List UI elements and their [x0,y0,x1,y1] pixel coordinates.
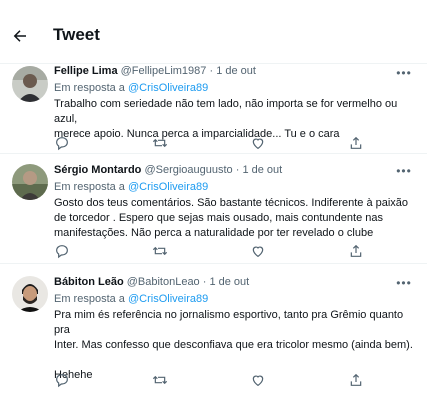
share-button[interactable] [348,243,364,259]
more-button[interactable]: ••• [395,164,413,180]
share-button[interactable] [348,135,364,151]
like-button[interactable] [250,372,266,388]
tweet-author-line: Sérgio Montardo @Sergioauguusto · 1 de o… [54,163,415,178]
more-icon: ••• [396,66,412,80]
mention-link[interactable]: @CrisOliveira89 [128,82,208,94]
reply-icon [56,245,68,259]
tweet-text-line: de torcedor . Espero que sejas mais ousa… [54,212,383,224]
reply-prefix: Em resposta a [54,293,128,305]
tweet[interactable]: Sérgio Montardo @Sergioauguusto · 1 de o… [0,154,427,264]
author-handle[interactable]: @FellipeLim1987 [121,65,207,77]
tweet-text: Gosto dos teus comentários. São bastante… [54,196,415,241]
tweet-time[interactable]: · 1 de out [203,276,249,288]
more-button[interactable]: ••• [395,276,413,292]
share-icon [350,373,362,386]
tweet-author-line: Bábiton Leão @BabitonLeao · 1 de out [54,275,415,290]
back-button[interactable] [8,24,32,48]
retweet-button[interactable] [152,243,168,259]
more-button[interactable]: ••• [395,66,413,82]
retweet-icon [152,375,168,385]
reply-button[interactable] [54,243,70,259]
retweet-button[interactable] [152,372,168,388]
like-button[interactable] [250,135,266,151]
page-header: Tweet [0,0,427,64]
author-handle[interactable]: @Sergioauguusto [144,164,232,176]
author-name[interactable]: Fellipe Lima [54,65,118,77]
share-button[interactable] [348,372,364,388]
like-icon [252,375,264,387]
page-title: Tweet [53,25,100,44]
retweet-icon [152,138,168,148]
tweet-time[interactable]: · 1 de out [236,164,282,176]
author-name[interactable]: Bábiton Leão [54,276,124,288]
tweet-text-line: manifestações. Não perca a naturalidade … [54,227,374,239]
avatar[interactable] [12,164,48,200]
tweet-time[interactable]: · 1 de out [209,65,255,77]
avatar[interactable] [12,66,48,102]
author-name[interactable]: Sérgio Montardo [54,164,141,176]
reply-button[interactable] [54,372,70,388]
tweet-actions [54,372,384,390]
tweet-text-line: Pra mim és referência no jornalismo espo… [54,309,404,336]
tweet-actions [54,243,384,261]
reply-button[interactable] [54,135,70,151]
mention-link[interactable]: @CrisOliveira89 [128,293,208,305]
tweet[interactable]: Bábiton Leão @BabitonLeao · 1 de out Em … [0,264,427,400]
reply-prefix: Em resposta a [54,181,128,193]
share-icon [350,244,362,257]
mention-link[interactable]: @CrisOliveira89 [128,181,208,193]
tweet-text-line [54,353,415,368]
reply-context: Em resposta a @CrisOliveira89 [54,292,415,307]
tweet-text-line: Trabalho com seriedade não tem lado, não… [54,98,398,125]
avatar[interactable] [12,276,48,312]
author-handle[interactable]: @BabitonLeao [127,276,200,288]
tweet-author-line: Fellipe Lima @FellipeLim1987 · 1 de out [54,64,415,79]
reply-context: Em resposta a @CrisOliveira89 [54,180,415,195]
share-icon [350,136,362,149]
more-icon: ••• [396,164,412,178]
back-arrow-icon [13,30,26,42]
like-button[interactable] [250,243,266,259]
reply-context: Em resposta a @CrisOliveira89 [54,81,415,96]
reply-icon [56,137,68,151]
tweet-text-line: Inter. Mas confesso que desconfiava que … [54,339,413,351]
reply-prefix: Em resposta a [54,82,128,94]
reply-icon [56,374,68,388]
like-icon [252,246,264,258]
more-icon: ••• [396,276,412,290]
retweet-icon [152,246,168,256]
like-icon [252,138,264,150]
retweet-button[interactable] [152,135,168,151]
tweet-text-line: Gosto dos teus comentários. São bastante… [54,197,409,209]
tweet-actions [54,135,384,153]
tweet[interactable]: Fellipe Lima @FellipeLim1987 · 1 de out … [0,64,427,154]
